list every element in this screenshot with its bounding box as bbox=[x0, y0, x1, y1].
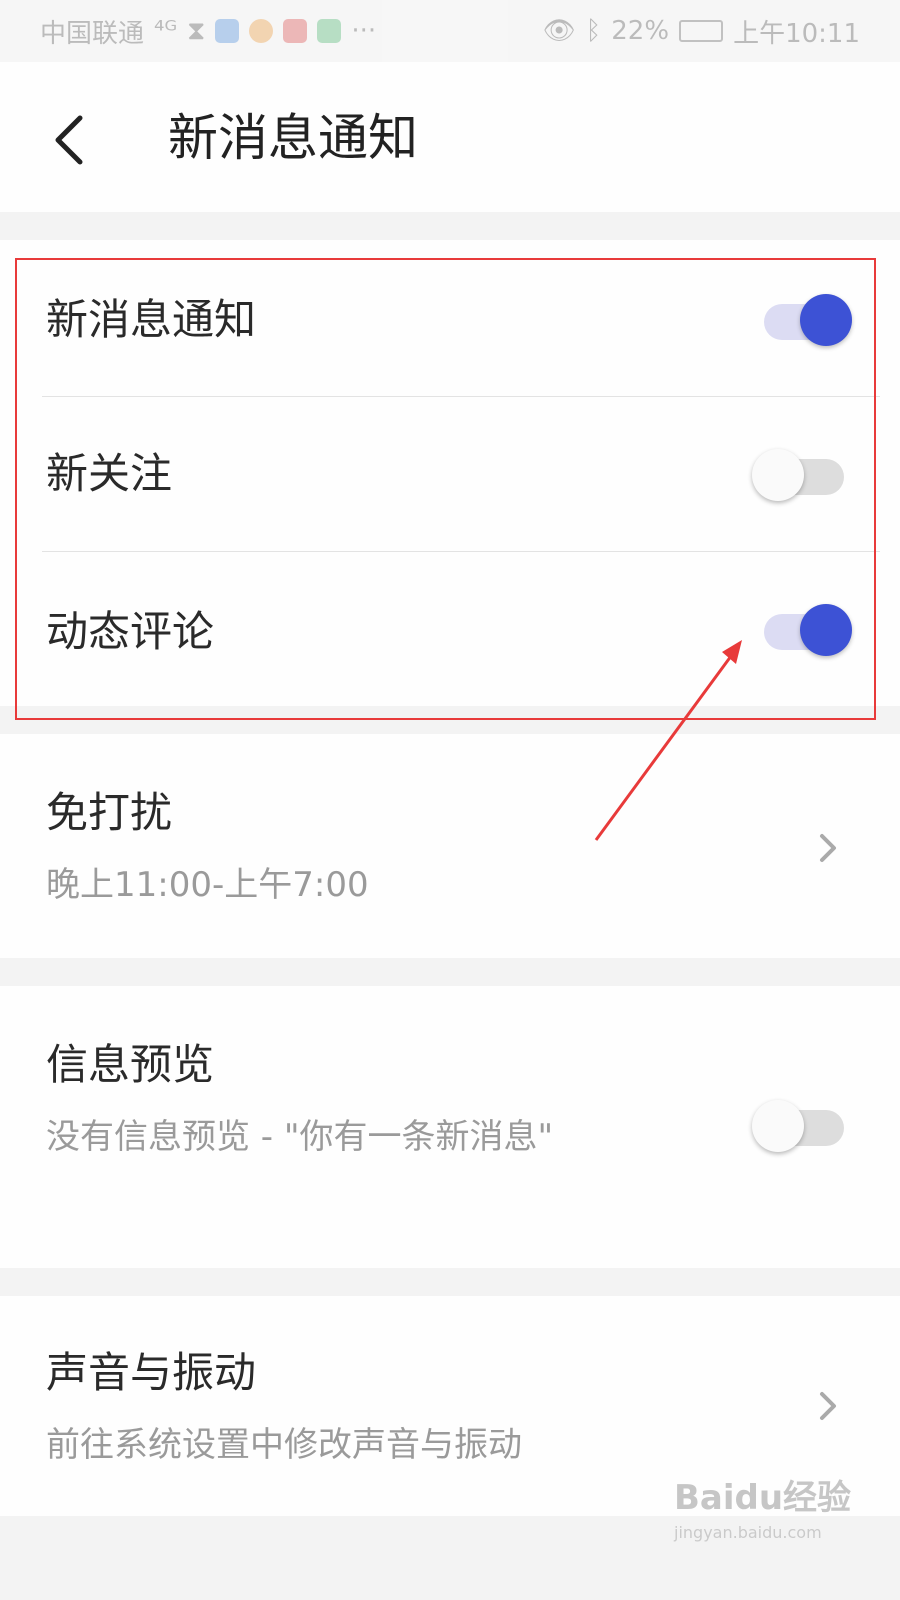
toggle-knob bbox=[752, 1100, 804, 1152]
message-preview-toggle[interactable] bbox=[752, 1098, 854, 1154]
hourglass-icon: ⧗ bbox=[187, 15, 206, 46]
setting-row-new-follower[interactable]: 新关注 bbox=[0, 397, 900, 552]
baidu-watermark: Baidu经验 jingyan.baidu.com bbox=[674, 1470, 884, 1560]
message-preview-title: 信息预览 bbox=[46, 1040, 215, 1089]
status-bar: 中国联通 ⁴ᴳ ⧗ ··· 👁 ᛒ 22% 上午10:11 bbox=[0, 0, 900, 62]
setting-label: 新关注 bbox=[46, 449, 173, 498]
toggle-knob bbox=[752, 449, 804, 501]
bluetooth-icon: ᛒ bbox=[585, 16, 602, 46]
notification-toggles-section: 新消息通知 新关注 动态评论 bbox=[0, 240, 900, 706]
do-not-disturb-title: 免打扰 bbox=[46, 788, 173, 837]
app-notification-icon bbox=[317, 19, 342, 43]
clock: 上午10:11 bbox=[733, 18, 860, 49]
toggle-knob bbox=[800, 294, 852, 346]
sound-vibration-title: 声音与振动 bbox=[46, 1348, 257, 1397]
battery-icon bbox=[679, 20, 724, 42]
battery-percent: 22% bbox=[611, 16, 670, 46]
new-follower-toggle[interactable] bbox=[752, 447, 854, 503]
eye-icon: 👁 bbox=[542, 16, 576, 46]
chevron-right-icon bbox=[820, 1392, 836, 1420]
new-message-toggle[interactable] bbox=[758, 292, 854, 348]
carrier-label: 中国联通 bbox=[40, 18, 145, 49]
more-notifications-icon: ··· bbox=[351, 16, 377, 46]
top-app-bar: 新消息通知 bbox=[0, 62, 900, 212]
do-not-disturb-section[interactable]: 免打扰 晚上11:00-上午7:00 bbox=[0, 734, 900, 958]
watermark-url: jingyan.baidu.com bbox=[674, 1523, 822, 1542]
message-preview-description: 没有信息预览 - "你有一条新消息" bbox=[46, 1117, 554, 1157]
message-preview-section[interactable]: 信息预览 没有信息预览 - "你有一条新消息" bbox=[0, 986, 900, 1268]
chevron-right-icon bbox=[820, 834, 836, 862]
watermark-brand: Baidu经验 bbox=[674, 1478, 852, 1518]
setting-label: 动态评论 bbox=[46, 607, 215, 656]
app-notification-icon bbox=[249, 19, 274, 43]
app-notification-icon bbox=[283, 19, 308, 43]
do-not-disturb-schedule: 晚上11:00-上午7:00 bbox=[46, 865, 369, 905]
setting-row-post-comments[interactable]: 动态评论 bbox=[0, 552, 900, 706]
toggle-knob bbox=[800, 604, 852, 656]
app-notification-icon bbox=[215, 19, 240, 43]
back-arrow-icon[interactable] bbox=[48, 104, 96, 174]
setting-label: 新消息通知 bbox=[46, 295, 257, 344]
signal-icon: ⁴ᴳ bbox=[154, 16, 178, 46]
page-title: 新消息通知 bbox=[168, 109, 418, 167]
setting-row-new-message[interactable]: 新消息通知 bbox=[0, 240, 900, 396]
sound-vibration-description: 前往系统设置中修改声音与振动 bbox=[46, 1425, 522, 1465]
post-comments-toggle[interactable] bbox=[758, 602, 854, 658]
